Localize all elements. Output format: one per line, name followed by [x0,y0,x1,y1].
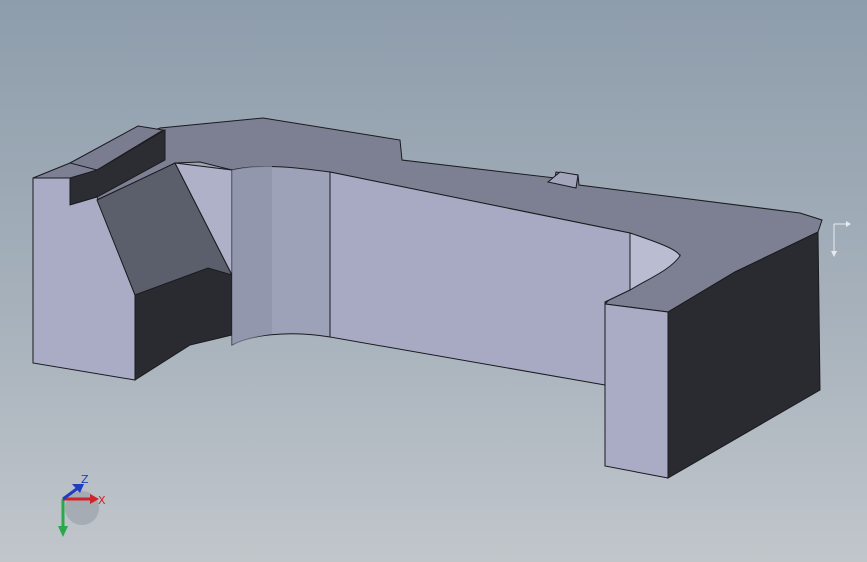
corner-arrow-icon [831,221,851,257]
part-right-block-front[interactable] [604,303,669,479]
model-view[interactable]: X Z [0,0,867,562]
graphics-viewport[interactable]: X Z [0,0,867,562]
reference-triad[interactable]: X Z [58,473,106,537]
triad-sphere [65,491,99,525]
part-cylinder-shading [232,166,272,345]
triad-z-label: Z [81,473,89,486]
triad-y-arrow-icon [58,526,68,537]
triad-x-label: X [98,494,106,507]
